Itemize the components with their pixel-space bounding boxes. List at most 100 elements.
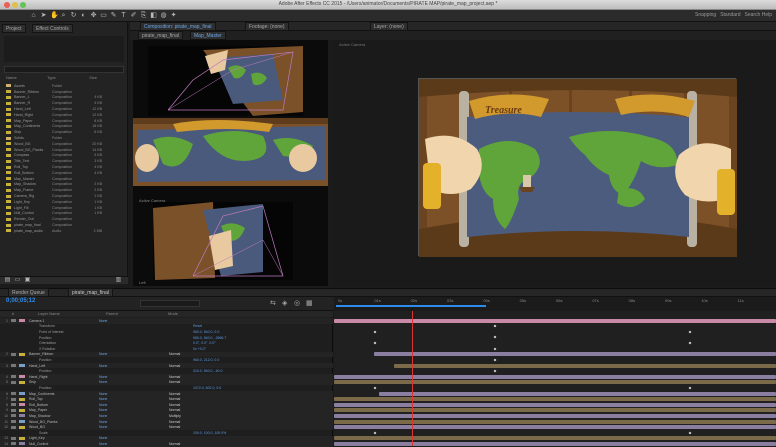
composition-canvas[interactable]: Treasure <box>418 78 737 257</box>
layer-name[interactable]: Transform <box>29 324 99 328</box>
layer-label-color[interactable] <box>19 397 25 401</box>
keyframe-icon[interactable] <box>493 335 497 339</box>
property-value[interactable]: 960.0, 540.0, 0.0 <box>193 330 219 334</box>
keyframe-icon[interactable] <box>493 324 497 328</box>
layer-parent[interactable]: None <box>99 397 139 401</box>
layer-name[interactable]: Map_Continents <box>29 392 99 396</box>
layer-duration-bar[interactable] <box>334 402 776 407</box>
keyframe-icon[interactable] <box>688 330 692 334</box>
project-search-input[interactable] <box>4 66 124 73</box>
current-time-display[interactable]: 0;00;05;12 <box>6 298 35 304</box>
layer-mode[interactable]: Normal <box>169 397 187 401</box>
layer-duration-bar[interactable] <box>334 397 776 402</box>
draft-3d-icon[interactable]: ◈ <box>282 299 287 307</box>
layer-name[interactable]: Light_Key <box>29 436 99 440</box>
layer-mode[interactable]: Normal <box>169 425 187 429</box>
layer-duration-bar[interactable] <box>334 442 776 446</box>
layer-label-color[interactable] <box>19 403 25 407</box>
tab-composition[interactable]: Composition: pirate_map_final <box>140 22 216 31</box>
pen-icon[interactable]: ✎ <box>110 12 117 19</box>
roto-icon[interactable]: ◍ <box>160 12 167 19</box>
layer-mode[interactable]: Normal <box>169 403 187 407</box>
layer-label-color[interactable] <box>19 386 25 389</box>
layer-label-color[interactable] <box>19 352 25 356</box>
project-item[interactable]: pirate_map_audio Audio 2 MB <box>4 228 124 234</box>
rotate-icon[interactable]: ↻ <box>70 12 77 19</box>
layer-label-color[interactable] <box>19 408 25 412</box>
layer-parent[interactable]: None <box>99 408 139 412</box>
layer-name[interactable]: Scale <box>29 431 99 435</box>
search-help-field[interactable]: Search Help <box>744 12 772 18</box>
column-name[interactable]: Name <box>4 75 47 82</box>
layer-mode[interactable]: Normal <box>169 375 187 379</box>
layer-name[interactable]: Hand_Right <box>29 375 99 379</box>
layer-duration-bar[interactable] <box>334 408 776 413</box>
tab-project[interactable]: Project <box>2 24 26 33</box>
property-value[interactable]: 100.0, 100.0, 100.0% <box>193 431 226 435</box>
playhead[interactable] <box>412 311 413 446</box>
layer-parent[interactable]: None <box>99 425 139 429</box>
visibility-icon[interactable] <box>11 330 16 333</box>
timeline-graph[interactable] <box>334 311 776 446</box>
layer-name[interactable]: Point of Interest <box>29 330 99 334</box>
clone-icon[interactable]: ⎘ <box>140 12 147 19</box>
visibility-icon[interactable] <box>11 342 16 345</box>
layer-name[interactable]: Wood_BG_Planks <box>29 420 99 424</box>
timeline-search-input[interactable] <box>140 300 200 307</box>
layer-duration-bar[interactable] <box>394 363 776 368</box>
layer-label-color[interactable] <box>19 420 25 424</box>
layer-duration-bar[interactable] <box>334 414 776 418</box>
layer-label-color[interactable] <box>19 325 25 328</box>
nav-comp-2[interactable]: Map_Master <box>190 31 226 40</box>
property-value[interactable]: 310.0, 540.0, -40.0 <box>193 369 222 373</box>
camera-icon[interactable]: ◐ <box>80 12 87 19</box>
layer-name[interactable]: Orientation <box>29 341 99 345</box>
tab-timeline-comp[interactable]: pirate_map_final <box>68 288 113 297</box>
tab-footage[interactable]: Footage: (none) <box>245 22 289 31</box>
visibility-icon[interactable] <box>11 347 16 350</box>
keyframe-icon[interactable] <box>493 347 497 351</box>
layer-parent[interactable]: None <box>99 352 139 356</box>
keyframe-icon[interactable] <box>373 386 377 390</box>
brush-icon[interactable]: ✐ <box>130 12 137 19</box>
layer-name[interactable]: Position <box>29 386 99 390</box>
interpret-footage-icon[interactable]: ▤ <box>4 277 11 284</box>
layer-parent[interactable]: None <box>99 380 139 384</box>
layer-label-color[interactable] <box>19 342 25 345</box>
graph-editor-icon[interactable]: ▦ <box>306 299 313 307</box>
puppet-icon[interactable]: ✦ <box>170 12 177 19</box>
keyframe-icon[interactable] <box>688 386 692 390</box>
home-icon[interactable]: ⌂ <box>30 12 37 19</box>
layer-name[interactable]: Position <box>29 358 99 362</box>
layer-label-color[interactable] <box>19 319 25 323</box>
property-value[interactable]: 0.0°, 0.0°, 0.0° <box>193 341 216 345</box>
property-value[interactable]: 1072.0, 602.0, 0.0 <box>193 386 221 390</box>
keyframe-icon[interactable] <box>493 369 497 373</box>
motion-blur-icon[interactable]: ◎ <box>294 299 300 307</box>
visibility-icon[interactable] <box>11 380 16 384</box>
layer-duration-bar[interactable] <box>334 374 776 379</box>
layer-parent[interactable]: None <box>99 420 139 424</box>
column-type[interactable]: Type <box>47 75 77 82</box>
layer-label-color[interactable] <box>19 330 25 333</box>
new-composition-icon[interactable]: ▣ <box>24 277 31 284</box>
work-area-bar[interactable] <box>336 305 486 307</box>
visibility-icon[interactable] <box>11 403 16 407</box>
layer-parent[interactable]: None <box>99 403 139 407</box>
hand-icon[interactable]: ✋ <box>50 12 59 19</box>
visibility-icon[interactable] <box>11 392 16 396</box>
layer-parent[interactable]: None <box>99 442 139 446</box>
layer-mode[interactable]: Normal <box>169 352 187 356</box>
layer-name[interactable]: Position <box>29 369 99 373</box>
rectangle-icon[interactable]: ▭ <box>100 12 107 19</box>
property-value[interactable]: 960.0, 540.0, -2666.7 <box>193 336 226 340</box>
visibility-icon[interactable] <box>11 408 16 412</box>
col-mode[interactable]: Mode <box>168 311 198 317</box>
col-layer-name[interactable]: Layer Name <box>38 311 98 317</box>
layer-label-color[interactable] <box>19 380 25 384</box>
layer-mode[interactable]: Normal <box>169 442 187 446</box>
visibility-icon[interactable] <box>11 319 16 323</box>
layer-parent[interactable]: None <box>99 414 139 418</box>
workspace-switcher[interactable]: Standard <box>720 12 740 18</box>
layer-name[interactable]: Position <box>29 336 99 340</box>
